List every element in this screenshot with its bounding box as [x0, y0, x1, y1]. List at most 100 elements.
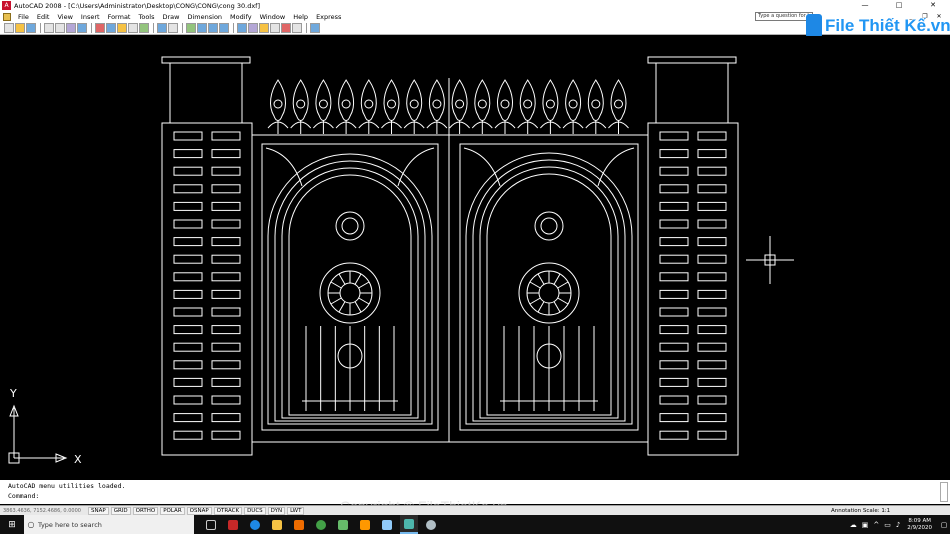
command-prompt-input[interactable]: Command:: [8, 492, 39, 500]
3dwf-icon[interactable]: [77, 23, 87, 33]
pan-icon[interactable]: [186, 23, 196, 33]
logo-badge-icon: [806, 14, 822, 38]
ornament-motif: [562, 79, 584, 134]
file-explorer-icon[interactable]: [268, 515, 286, 534]
notification-icon[interactable]: ▢: [938, 521, 950, 529]
minimize-button[interactable]: —: [848, 0, 882, 11]
annotation-scale-value: 1:1: [881, 507, 891, 514]
menu-insert[interactable]: Insert: [77, 13, 104, 21]
grid-toggle[interactable]: GRID: [110, 506, 131, 515]
open-icon[interactable]: [15, 23, 25, 33]
menu-view[interactable]: View: [53, 13, 76, 21]
calculator-icon[interactable]: [292, 23, 302, 33]
volume-icon[interactable]: ♪: [896, 521, 900, 529]
medallion-spoke: [557, 281, 569, 289]
tray-chevron-icon[interactable]: ^: [873, 521, 879, 529]
menu-help[interactable]: Help: [289, 13, 312, 21]
coordinate-readout[interactable]: 3863.4636, 7152.4686, 0.0000: [0, 508, 88, 514]
close-button[interactable]: ✕: [916, 0, 950, 11]
cut-icon[interactable]: [95, 23, 105, 33]
app-orange-icon[interactable]: [290, 515, 308, 534]
pillar-slot: [659, 307, 689, 317]
app-red-icon[interactable]: [224, 515, 242, 534]
toolbar-separator: [91, 23, 92, 33]
edge-icon[interactable]: [246, 515, 264, 534]
document-icon[interactable]: [3, 12, 11, 21]
ortho-toggle[interactable]: ORTHO: [132, 506, 159, 515]
clock-time: 8:09 AM: [908, 517, 931, 524]
pillar-slot: [211, 325, 241, 335]
top-medallion-inner: [540, 217, 558, 235]
app-tool-icon[interactable]: [378, 515, 396, 534]
menu-window[interactable]: Window: [256, 13, 290, 21]
ornament-motif: [494, 79, 516, 134]
ducs-toggle[interactable]: DUCS: [244, 506, 266, 515]
clock-date: 2/9/2020: [907, 524, 932, 531]
menu-draw[interactable]: Draw: [159, 13, 184, 21]
help-icon[interactable]: [310, 23, 320, 33]
cloud-icon[interactable]: ☁: [850, 521, 857, 529]
zoom-window-icon[interactable]: [208, 23, 218, 33]
tray-app-icon[interactable]: ▣: [862, 521, 869, 529]
properties-icon[interactable]: [237, 23, 247, 33]
tool-palettes-icon[interactable]: [259, 23, 269, 33]
menu-tools[interactable]: Tools: [134, 13, 158, 21]
pillar-slot: [173, 377, 203, 387]
otrack-toggle[interactable]: OTRACK: [213, 506, 243, 515]
app-green-icon[interactable]: [334, 515, 352, 534]
menu-dimension[interactable]: Dimension: [183, 13, 226, 21]
menu-file[interactable]: File: [14, 13, 33, 21]
block-editor-icon[interactable]: [139, 23, 149, 33]
new-icon[interactable]: [4, 23, 14, 33]
redo-icon[interactable]: [168, 23, 178, 33]
menu-edit[interactable]: Edit: [33, 13, 54, 21]
pillar-slot: [697, 377, 727, 387]
pillar-slot: [697, 149, 727, 159]
ornament-ring: [545, 99, 555, 109]
drawing-canvas[interactable]: X Y: [0, 36, 950, 472]
osnap-toggle[interactable]: OSNAP: [186, 506, 212, 515]
autocad-app-icon[interactable]: A: [2, 1, 11, 10]
task-view-icon[interactable]: [202, 515, 220, 534]
chrome-icon[interactable]: [312, 515, 330, 534]
lwt-toggle[interactable]: LWT: [287, 506, 305, 515]
publish-icon[interactable]: [66, 23, 76, 33]
start-button[interactable]: ⊞: [0, 515, 24, 534]
menu-express[interactable]: Express: [312, 13, 345, 21]
maximize-button[interactable]: □: [882, 0, 916, 11]
pillar-slot: [659, 360, 689, 370]
undo-icon[interactable]: [157, 23, 167, 33]
app-box-icon[interactable]: [356, 515, 374, 534]
match-properties-icon[interactable]: [128, 23, 138, 33]
menu-format[interactable]: Format: [104, 13, 135, 21]
sheet-set-icon[interactable]: [270, 23, 280, 33]
command-scrollbar[interactable]: [940, 482, 948, 502]
zoom-realtime-icon[interactable]: [197, 23, 207, 33]
network-icon[interactable]: ▭: [884, 521, 891, 529]
window-title: AutoCAD 2008 - [C:\Users\Administrator\D…: [14, 1, 260, 10]
taskbar-clock[interactable]: 8:09 AM 2/9/2020: [907, 518, 932, 532]
copy-icon[interactable]: [106, 23, 116, 33]
help-search-input[interactable]: Type a question for help: [755, 12, 813, 21]
ornament-ring: [409, 99, 419, 109]
taskbar-search-box[interactable]: ○ Type here to search: [24, 515, 194, 534]
snap-toggle[interactable]: SNAP: [88, 506, 109, 515]
autocad-taskbar-icon[interactable]: [400, 515, 418, 534]
pillar-slot: [697, 430, 727, 440]
zoom-previous-icon[interactable]: [219, 23, 229, 33]
design-center-icon[interactable]: [248, 23, 258, 33]
print-icon[interactable]: [44, 23, 54, 33]
dyn-toggle[interactable]: DYN: [267, 506, 286, 515]
markup-icon[interactable]: [281, 23, 291, 33]
ornament-motif: [290, 79, 312, 134]
pillar-slot: [173, 184, 203, 194]
medallion-spoke: [330, 297, 342, 305]
save-icon[interactable]: [26, 23, 36, 33]
menu-modify[interactable]: Modify: [226, 13, 256, 21]
paste-icon[interactable]: [117, 23, 127, 33]
print-preview-icon[interactable]: [55, 23, 65, 33]
corner-flourish: [397, 147, 435, 187]
polar-toggle[interactable]: POLAR: [160, 506, 185, 515]
annotation-scale[interactable]: Annotation Scale: 1:1: [831, 508, 890, 514]
app-gear-icon[interactable]: [422, 515, 440, 534]
